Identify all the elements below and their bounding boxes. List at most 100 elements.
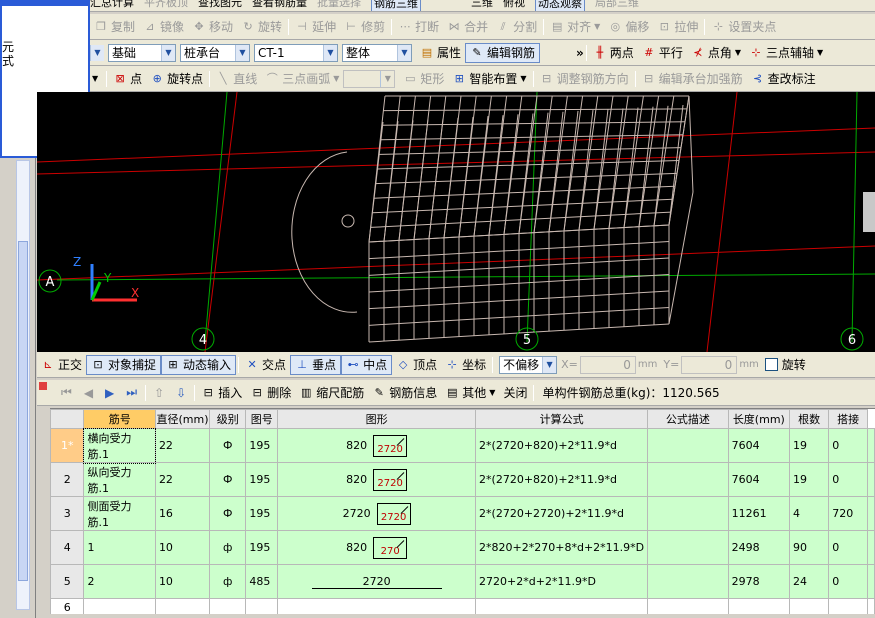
cell-grade[interactable]: Ф: [209, 462, 247, 497]
split-button[interactable]: ⫽ 分割: [492, 17, 541, 37]
object-snap-button[interactable]: ⊡ 对象捕捉: [86, 354, 162, 375]
combo-unit[interactable]: 整体 ▼: [342, 43, 412, 62]
cell-lap[interactable]: 0: [828, 428, 868, 463]
cell-grade[interactable]: Ф: [209, 428, 247, 463]
row-number[interactable]: 3: [49, 496, 85, 531]
cell-count[interactable]: 24: [788, 564, 830, 599]
cell-grade[interactable]: Ф: [209, 496, 247, 531]
cell-shape[interactable]: 820 270: [277, 530, 477, 565]
cell-grade[interactable]: ф: [209, 530, 247, 565]
cell-desc[interactable]: [647, 462, 729, 497]
adjust-rebar-direction-button[interactable]: ⊟ 调整钢筋方向: [536, 69, 633, 89]
align-button[interactable]: ▤ 对齐 ▼: [546, 17, 604, 37]
cell-extra[interactable]: [867, 462, 875, 497]
insert-button[interactable]: ⊟ 插入: [197, 383, 246, 403]
cell-dia[interactable]: 10: [154, 530, 211, 565]
cell-lap[interactable]: 0: [828, 564, 868, 599]
cell-count[interactable]: 90: [788, 530, 830, 565]
table-row[interactable]: 5 2 10 ф 485 2720 2720+2*d+2*11.9*D 2978 24 0: [49, 564, 875, 599]
point-angle-button[interactable]: ⊀ 点角 ▼: [687, 43, 745, 63]
header-shape[interactable]: 图形: [277, 409, 477, 429]
cell-desc[interactable]: [647, 496, 729, 531]
table-row[interactable]: 4 1 10 ф 195 820 270 2*820+2*270+8*d+2*11.9*D 24…: [49, 530, 875, 565]
cell-formula[interactable]: 2*(2720+820)+2*11.9*d: [475, 462, 649, 497]
cell-name[interactable]: 纵向受力筋.1: [83, 462, 156, 497]
offset-select[interactable]: 不偏移 ▼: [499, 355, 558, 374]
cell-count[interactable]: 4: [788, 496, 830, 531]
midpoint-button[interactable]: ⊷ 中点: [341, 354, 393, 375]
cell-name[interactable]: 横向受力筋.1: [82, 427, 157, 464]
delete-button[interactable]: ⊟ 删除: [246, 383, 295, 403]
cell-dia[interactable]: 10: [154, 564, 211, 599]
cell-grade[interactable]: ф: [209, 564, 247, 599]
left-scrollbar-thumb[interactable]: [18, 241, 28, 581]
perpendicular-button[interactable]: ⊥ 垂点: [290, 354, 342, 375]
header-formula[interactable]: 计算公式: [475, 409, 649, 429]
flat-top-button[interactable]: 平齐板顶: [144, 0, 188, 11]
edit-cap-strengthening-button[interactable]: ⊟ 编辑承台加强筋: [638, 69, 747, 89]
cell-shape[interactable]: 2720 2720: [277, 496, 477, 531]
header-diameter[interactable]: 直径(mm): [154, 409, 211, 429]
stretch-button[interactable]: ⊡ 拉伸: [653, 17, 702, 37]
offset-button[interactable]: ◎ 偏移: [604, 17, 653, 37]
combo-type[interactable]: 桩承台 ▼: [180, 43, 250, 62]
cell-shape[interactable]: 2720: [277, 564, 477, 599]
other-button[interactable]: ▤ 其他 ▼: [441, 383, 499, 403]
row-number[interactable]: 4: [49, 530, 85, 565]
three-point-axis-button[interactable]: ⊹ 三点辅轴 ▼: [745, 43, 827, 63]
cell-formula[interactable]: 2*820+2*270+8*d+2*11.9*D: [475, 530, 649, 565]
cell-dia[interactable]: 22: [154, 428, 211, 463]
combo-element[interactable]: CT-1 ▼: [254, 43, 338, 62]
row-number[interactable]: 1*: [49, 428, 85, 463]
move-up-icon[interactable]: ⇧: [154, 386, 164, 400]
rotate-button[interactable]: ↻ 旋转: [237, 17, 286, 37]
line-button[interactable]: ╲ 直线: [212, 69, 261, 89]
cell-dia[interactable]: 22: [154, 462, 211, 497]
cell-count[interactable]: 19: [788, 428, 830, 463]
cell-length[interactable]: 7604: [727, 462, 790, 497]
cell-lap[interactable]: 0: [828, 462, 868, 497]
rebar-3d-button[interactable]: 钢筋三维: [371, 0, 421, 11]
rebar-info-button[interactable]: ✎ 钢筋信息: [368, 383, 441, 403]
chevron-down-icon[interactable]: ▼: [92, 74, 98, 83]
close-panel-icon[interactable]: [39, 382, 47, 390]
cell-length[interactable]: 2978: [727, 564, 790, 599]
trim-button[interactable]: ⊢ 修剪: [340, 17, 389, 37]
cell-fig[interactable]: 485: [245, 564, 279, 599]
header-lap[interactable]: 搭接: [828, 409, 868, 429]
3d-viewport[interactable]: A 4 5 6 Z Y X: [37, 92, 875, 352]
cell-name[interactable]: 侧面受力筋.1: [83, 496, 156, 531]
cell-extra[interactable]: [867, 496, 875, 531]
cell-fig[interactable]: 195: [245, 462, 279, 497]
arc-combo[interactable]: ▼: [343, 69, 396, 88]
break-button[interactable]: ⋯ 打断: [394, 17, 443, 37]
header-fig-no[interactable]: 图号: [245, 409, 279, 429]
cell-name[interactable]: 2: [83, 564, 156, 599]
row-number[interactable]: 2: [49, 462, 85, 497]
header-bar-no[interactable]: 筋号: [83, 409, 156, 429]
coordinate-button[interactable]: ⊹ 坐标: [441, 355, 490, 375]
top-view-button[interactable]: 俯视: [503, 0, 525, 11]
dynamic-view-button[interactable]: 动态观察: [535, 0, 585, 11]
cell-extra[interactable]: [867, 428, 875, 463]
mirror-button[interactable]: ⊿ 镜像: [139, 17, 188, 37]
3d-view-button[interactable]: 三维: [471, 0, 493, 11]
next-record-icon[interactable]: ▶: [105, 386, 114, 400]
cell-fig[interactable]: 195: [245, 428, 279, 463]
ortho-button[interactable]: ⊾ 正交: [37, 355, 86, 375]
cell-fig[interactable]: 195: [245, 530, 279, 565]
cell-shape[interactable]: 820 2720: [277, 462, 477, 497]
local-3d-button[interactable]: 局部三维: [595, 0, 639, 11]
cell-extra[interactable]: [867, 530, 875, 565]
rectangle-button[interactable]: ▭ 矩形: [399, 69, 448, 89]
parallel-button[interactable]: # 平行: [638, 43, 687, 63]
cell-desc[interactable]: [647, 564, 729, 599]
dynamic-input-button[interactable]: ⊞ 动态输入: [161, 354, 237, 375]
header-grade[interactable]: 级别: [209, 409, 247, 429]
merge-button[interactable]: ⋈ 合并: [443, 17, 492, 37]
rotate-checkbox[interactable]: [764, 358, 778, 371]
header-count[interactable]: 根数: [788, 409, 830, 429]
move-button[interactable]: ✥ 移动: [188, 17, 237, 37]
cell-desc[interactable]: [647, 428, 729, 463]
rotate-point-button[interactable]: ⊕ 旋转点: [146, 69, 207, 89]
